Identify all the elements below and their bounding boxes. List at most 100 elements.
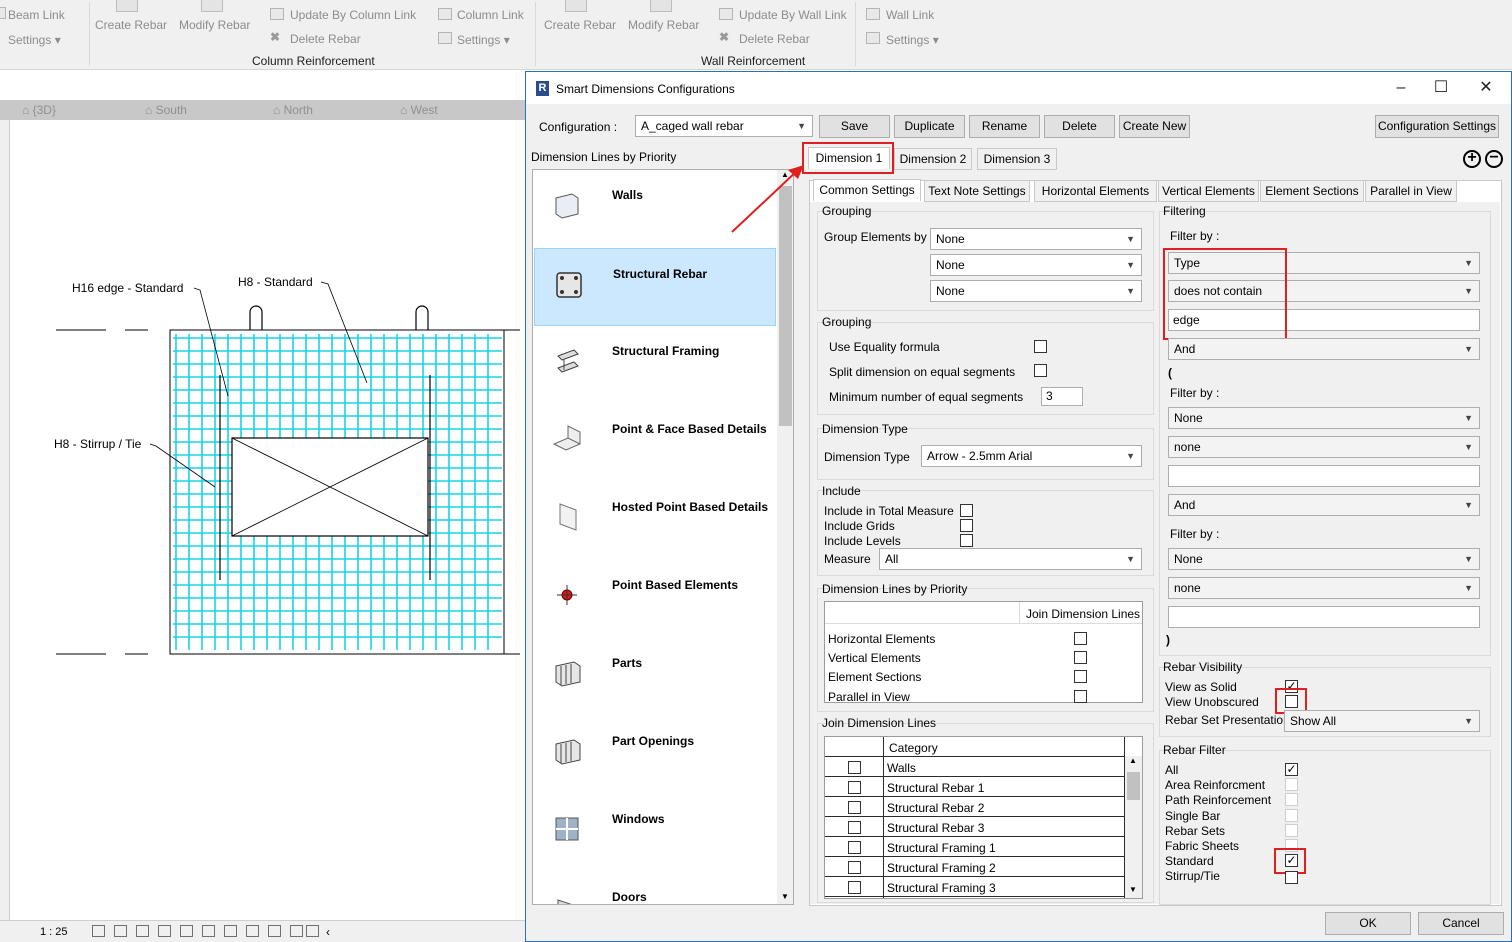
delete-rebar-button-1[interactable]: Delete Rebar [290,32,361,46]
tab-parallel-in-view[interactable]: Parallel in View [1365,180,1457,202]
view-scale[interactable]: 1 : 25 [40,926,68,938]
settings-button-2[interactable]: Settings ▾ [457,33,510,47]
hide-isolate-icon[interactable] [246,925,259,937]
group-by-select-3[interactable]: None ▼ [930,280,1142,302]
cancel-button[interactable]: Cancel [1418,912,1504,935]
min-segments-input[interactable]: 3 [1041,387,1083,406]
scroll-down-icon[interactable]: ▼ [1129,885,1137,894]
filter3-field-select[interactable]: None ▼ [1168,548,1480,570]
dlp-checkbox-horizontal[interactable] [1074,632,1087,645]
add-dimension-icon[interactable]: + [1463,150,1481,168]
configuration-settings-button[interactable]: Configuration Settings [1375,115,1499,138]
filter2-value-input[interactable] [1168,465,1480,487]
filter3-value-input[interactable] [1168,606,1480,628]
rebar-set-presentation-select[interactable]: Show All ▼ [1284,710,1480,732]
column-link-button[interactable]: Column Link [457,8,524,22]
duplicate-button[interactable]: Duplicate [894,115,965,138]
join-checkbox-3[interactable] [848,801,861,814]
list-item[interactable]: Structural Rebar [534,248,776,326]
reveal-hidden-icon[interactable] [268,925,281,937]
update-by-wall-link-button[interactable]: Update By Wall Link [739,8,847,22]
list-item[interactable]: Part Openings [534,716,776,794]
and-select-2[interactable]: And ▼ [1168,494,1480,516]
create-rebar-button-2[interactable]: Create Rebar [544,18,616,32]
join-checkbox-7[interactable] [848,881,861,894]
rebar-filter-stirrup-checkbox[interactable] [1285,871,1298,884]
rebar-filter-area-checkbox[interactable] [1285,778,1298,791]
filter2-field-select[interactable]: None ▼ [1168,407,1480,429]
create-rebar-button-1[interactable]: Create Rebar [95,18,167,32]
dlp-checkbox-vertical[interactable] [1074,651,1087,664]
sun-path-icon[interactable] [136,925,149,937]
join-checkbox-6[interactable] [848,861,861,874]
scroll-up-icon[interactable]: ▲ [1129,756,1137,765]
drawing-canvas[interactable]: H16 edge - Standard H8 - Standard H8 - S… [10,120,526,920]
and-select-1[interactable]: And ▼ [1168,338,1480,360]
update-by-column-link-button[interactable]: Update By Column Link [290,8,416,22]
lock-view-icon[interactable] [224,925,237,937]
list-item[interactable]: Windows [534,794,776,872]
rebar-filter-sets-checkbox[interactable] [1285,824,1298,837]
dlp-checkbox-sections[interactable] [1074,670,1087,683]
create-new-button[interactable]: Create New [1119,115,1190,138]
visual-style-icon[interactable] [114,925,127,937]
wall-link-button[interactable]: Wall Link [886,8,934,22]
rebar-filter-path-checkbox[interactable] [1285,793,1298,806]
include-total-checkbox[interactable] [960,504,973,517]
list-item[interactable]: Doors [534,872,776,904]
dlp-grid[interactable]: Join Dimension Lines Horizontal Elements… [824,601,1143,704]
tab-vertical-elements[interactable]: Vertical Elements [1158,180,1259,202]
list-item[interactable]: Parts [534,638,776,716]
view-tab-south[interactable]: ⌂ South [145,103,187,117]
rebar-filter-all-checkbox[interactable]: ✓ [1285,763,1298,776]
group-by-select-1[interactable]: None ▼ [930,228,1142,250]
tab-dimension-3[interactable]: Dimension 3 [977,148,1057,170]
minimize-icon[interactable]: – [1386,78,1416,98]
list-item[interactable]: Point & Face Based Details [534,404,776,482]
tab-dimension-2[interactable]: Dimension 2 [894,148,972,170]
close-icon[interactable]: ✕ [1471,78,1501,98]
modify-rebar-button-2[interactable]: Modify Rebar [628,18,699,32]
view-tab-west[interactable]: ⌂ West [400,103,438,117]
list-item[interactable]: Hosted Point Based Details [534,482,776,560]
priority-list-scrollbar[interactable]: ▲ ▼ [777,170,793,904]
filter2-op-select[interactable]: none ▼ [1168,436,1480,458]
save-button[interactable]: Save [819,115,890,138]
maximize-icon[interactable]: ☐ [1426,78,1456,98]
remove-dimension-icon[interactable]: − [1485,150,1503,168]
tab-text-note-settings[interactable]: Text Note Settings [924,180,1030,202]
dimension-type-select[interactable]: Arrow - 2.5mm Arial ▼ [921,445,1142,467]
crop-view-icon[interactable] [180,925,193,937]
dlp-checkbox-parallel[interactable] [1074,690,1087,703]
join-checkbox-4[interactable] [848,821,861,834]
settings-button-3[interactable]: Settings ▾ [886,33,939,47]
collapse-arrow-icon[interactable]: ‹ [326,925,330,939]
group-by-select-2[interactable]: None ▼ [930,254,1142,276]
beam-link-button[interactable]: Beam Link [8,8,65,22]
list-item[interactable]: Point Based Elements [534,560,776,638]
tab-horizontal-elements[interactable]: Horizontal Elements [1034,180,1157,202]
modify-rebar-button-1[interactable]: Modify Rebar [179,18,250,32]
join-grid[interactable]: Category Walls Structural Rebar 1 Struct… [824,736,1143,899]
join-grid-scrollbar[interactable]: ▲ ▼ [1125,756,1142,898]
scroll-down-icon[interactable]: ▼ [781,892,789,901]
include-grids-checkbox[interactable] [960,519,973,532]
priority-list[interactable]: Walls Structural Rebar Structural Framin… [532,169,794,905]
analytical-icon[interactable] [306,925,319,937]
tab-common-settings[interactable]: Common Settings [813,179,921,201]
use-equality-checkbox[interactable] [1034,340,1047,353]
tab-element-sections[interactable]: Element Sections [1260,180,1364,202]
measure-select[interactable]: All ▼ [879,548,1142,570]
settings-button-1[interactable]: Settings ▾ [8,33,61,47]
rename-button[interactable]: Rename [969,115,1040,138]
filter3-op-select[interactable]: none ▼ [1168,577,1480,599]
detail-level-icon[interactable] [92,925,105,937]
show-crop-icon[interactable] [202,925,215,937]
view-tab-3d[interactable]: ⌂ {3D} [22,103,56,117]
configuration-select[interactable]: A_caged wall rebar ▼ [635,115,813,137]
include-levels-checkbox[interactable] [960,534,973,547]
ok-button[interactable]: OK [1325,912,1411,935]
view-tab-north[interactable]: ⌂ North [273,103,313,117]
join-checkbox-2[interactable] [848,781,861,794]
join-checkbox-1[interactable] [848,761,861,774]
